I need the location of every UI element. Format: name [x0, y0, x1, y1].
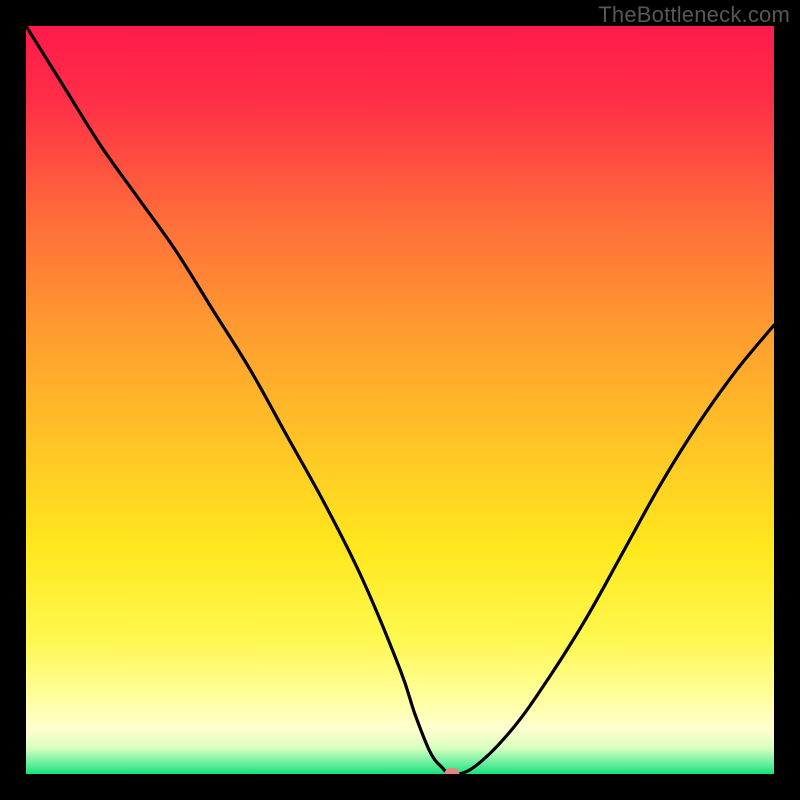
chart-frame: TheBottleneck.com — [0, 0, 800, 800]
min-marker — [445, 768, 460, 774]
plot-area — [26, 26, 774, 774]
watermark-text: TheBottleneck.com — [598, 2, 790, 28]
bottleneck-curve — [26, 26, 774, 774]
